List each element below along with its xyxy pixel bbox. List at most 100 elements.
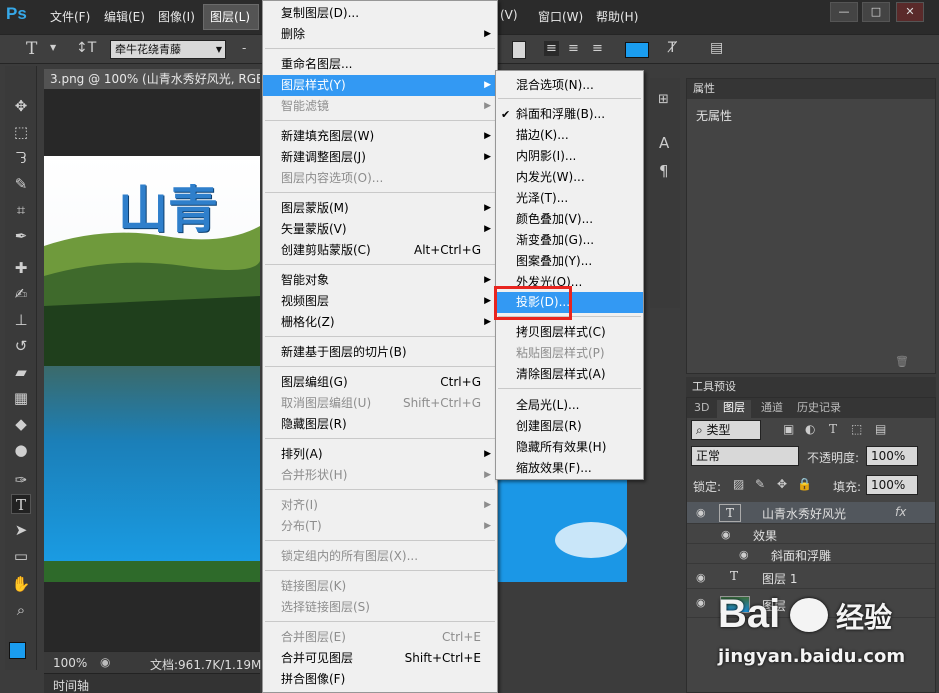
minimize-button[interactable]: — [830, 2, 858, 22]
blur-tool-icon[interactable]: ◆ [11, 414, 31, 434]
text-orientation-icon[interactable]: ↕T [76, 40, 96, 56]
layer-style-menu-item[interactable]: 描边(K)... [496, 125, 643, 146]
layer-menu-item[interactable]: 隐藏图层(R) [263, 414, 497, 435]
filter-pixel-icon[interactable]: ▣ [783, 422, 794, 436]
tab-channels[interactable]: 通道 [761, 400, 783, 416]
type-tool-icon[interactable]: T [11, 494, 31, 514]
image-canvas[interactable]: 山青 [44, 156, 260, 582]
font-size-select[interactable] [512, 41, 526, 59]
layer-menu-item[interactable]: 矢量蒙版(V) ▶ [263, 219, 497, 240]
history-panel-icon[interactable]: ⊞ [658, 92, 669, 107]
layer-style-menu-item[interactable]: 缩放效果(F)... [496, 458, 643, 479]
filter-type-icon[interactable]: T [829, 422, 837, 436]
maximize-button[interactable]: □ [862, 2, 890, 22]
close-button[interactable]: ✕ [896, 2, 924, 22]
layer-menu-item[interactable]: 新建填充图层(W) ▶ [263, 126, 497, 147]
gradient-tool-icon[interactable]: ▦ [11, 388, 31, 408]
layer-filter-select[interactable]: ⌕ 类型 [691, 420, 761, 440]
font-style-value[interactable]: - [242, 41, 246, 55]
layer-menu-item[interactable]: 图层样式(Y) ▶ [263, 75, 497, 96]
eyedropper-tool-icon[interactable]: ✒ [11, 226, 31, 246]
tab-layers[interactable]: 图层 [717, 400, 751, 418]
menu-view[interactable]: (V) [500, 8, 518, 22]
lock-paint-icon[interactable]: ✎ [755, 477, 765, 491]
align-center-icon[interactable]: ≡ [568, 41, 579, 56]
opacity-field[interactable]: 100% [866, 446, 918, 466]
character-panel-icon[interactable]: ▤ [710, 40, 723, 56]
tab-history[interactable]: 历史记录 [797, 400, 841, 416]
layer-menu-item[interactable]: 合并可见图层 Shift+Ctrl+E [263, 648, 497, 669]
layer-style-menu-item[interactable]: 光泽(T)... [496, 188, 643, 209]
lasso-tool-icon[interactable]: ᘊ [11, 148, 31, 168]
layer-style-menu-item[interactable]: 图案叠加(Y)... [496, 251, 643, 272]
filter-smart-icon[interactable]: ▤ [875, 422, 886, 436]
lock-pixels-icon[interactable]: ▨ [733, 477, 744, 491]
zoom-level[interactable]: 100% [53, 656, 87, 670]
layer-effect-item[interactable]: ◉ 斜面和浮雕 [687, 545, 935, 564]
layer-style-menu-item[interactable]: 清除图层样式(A) [496, 364, 643, 385]
tab-3d[interactable]: 3D [694, 400, 709, 416]
layer-menu-item[interactable]: 复制图层(D)... [263, 3, 497, 24]
eye-icon[interactable]: ◉ [696, 596, 710, 609]
menu-window[interactable]: 窗口(W) [538, 8, 583, 25]
layer-menu-item[interactable]: 图层编组(G) Ctrl+G [263, 372, 497, 393]
dodge-tool-icon[interactable]: ● [11, 440, 31, 460]
shape-tool-icon[interactable]: ▭ [11, 546, 31, 566]
chevron-down-icon[interactable]: ▼ [50, 43, 56, 52]
paragraph-panel-icon[interactable]: ¶ [659, 162, 669, 180]
layer-style-menu-item[interactable]: 渐变叠加(G)... [496, 230, 643, 251]
font-family-select[interactable]: 牵牛花绕青藤 ▼ [110, 40, 226, 59]
menu-help[interactable]: 帮助(H) [596, 8, 638, 25]
menu-file[interactable]: 文件(F) [50, 8, 90, 25]
filter-shape-icon[interactable]: ⬚ [851, 422, 862, 436]
layer-menu-item[interactable]: 栅格化(Z) ▶ [263, 312, 497, 333]
menu-layer-active[interactable]: 图层(L) [203, 4, 259, 30]
eraser-tool-icon[interactable]: ▰ [11, 362, 31, 382]
layer-menu-item[interactable]: 新建调整图层(J) ▶ [263, 147, 497, 168]
layer-menu-item[interactable]: 删除 ▶ [263, 24, 497, 45]
layer-style-menu-item[interactable]: 颜色叠加(V)... [496, 209, 643, 230]
layer-style-menu-item[interactable]: 创建图层(R) [496, 416, 643, 437]
quick-select-tool-icon[interactable]: ✎ [11, 174, 31, 194]
trash-icon[interactable]: 🗑 [895, 355, 909, 368]
eye-icon[interactable]: ◉ [696, 506, 710, 519]
lock-all-icon[interactable]: 🔒 [797, 477, 812, 491]
foreground-color-swatch[interactable] [9, 642, 26, 659]
fx-badge[interactable]: fx [895, 505, 906, 519]
fill-field[interactable]: 100% [866, 475, 918, 495]
layer-menu-item[interactable]: 新建基于图层的切片(B) [263, 342, 497, 363]
filter-adjustment-icon[interactable]: ◐ [805, 422, 815, 436]
eye-icon[interactable]: ◉ [696, 571, 710, 584]
layer-menu-item[interactable]: 智能对象 ▶ [263, 270, 497, 291]
blend-mode-select[interactable]: 正常 [691, 446, 799, 466]
layer-row[interactable]: ◉ T 山青水秀好风光 fx [687, 502, 935, 524]
layer-style-menu-item[interactable]: 隐藏所有效果(H) [496, 437, 643, 458]
healing-tool-icon[interactable]: ✚ [11, 258, 31, 278]
timeline-panel-tab[interactable]: 时间轴 [44, 673, 260, 693]
brush-tool-icon[interactable]: ✍ [11, 284, 31, 304]
layer-effects-row[interactable]: ◉ 效果 [687, 525, 935, 544]
path-select-icon[interactable]: ➤ [11, 520, 31, 540]
zoom-tool-icon[interactable]: ⌕ [11, 600, 31, 620]
stamp-tool-icon[interactable]: ⊥ [11, 310, 31, 330]
text-color-swatch[interactable] [625, 42, 649, 58]
status-menu-icon[interactable]: ◉ [100, 655, 110, 669]
hand-tool-icon[interactable]: ✋ [11, 574, 31, 594]
layer-menu-item[interactable]: 拼合图像(F) [263, 669, 497, 690]
align-right-icon[interactable]: ≡ [592, 41, 603, 56]
layer-menu-item[interactable]: 图层蒙版(M) ▶ [263, 198, 497, 219]
move-tool-icon[interactable]: ✥ [11, 96, 31, 116]
layer-menu-item[interactable]: 排列(A) ▶ [263, 444, 497, 465]
layer-style-menu-item[interactable]: 全局光(L)... [496, 395, 643, 416]
layer-style-menu-item[interactable]: ✔ 斜面和浮雕(B)... [496, 104, 643, 125]
type-tool-icon[interactable]: T [26, 39, 37, 59]
layer-style-menu-item[interactable]: 内阴影(I)... [496, 146, 643, 167]
eye-icon[interactable]: ◉ [739, 548, 753, 561]
tool-presets-tab[interactable]: 工具预设 [686, 377, 936, 397]
layer-menu-item[interactable]: 创建剪贴蒙版(C) Alt+Ctrl+G [263, 240, 497, 261]
document-tab[interactable]: 3.png @ 100% (山青水秀好风光, RGB/ [44, 69, 260, 89]
layer-style-menu-item[interactable]: 拷贝图层样式(C) [496, 322, 643, 343]
layer-style-menu-item[interactable]: 内发光(W)... [496, 167, 643, 188]
layer-style-menu-item[interactable]: 混合选项(N)... [496, 75, 643, 96]
align-left-icon[interactable]: ≡ [544, 41, 559, 56]
